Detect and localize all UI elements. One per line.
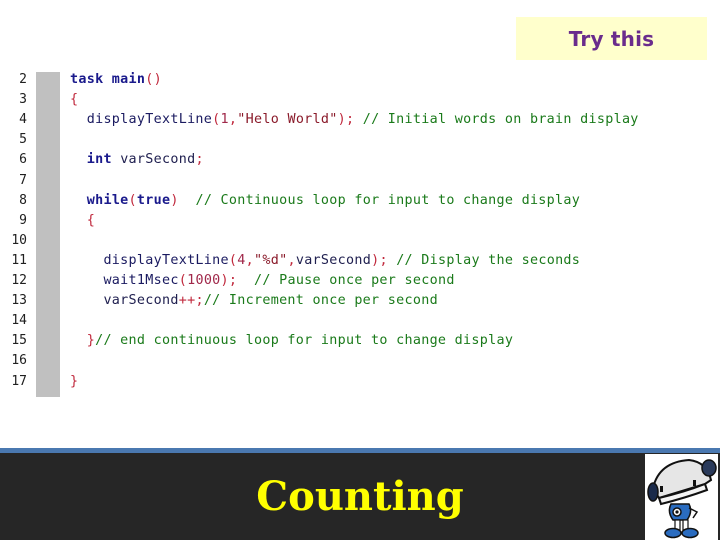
code-line: 5 — [0, 130, 720, 150]
code-token: ) — [170, 192, 179, 208]
code-token: ); — [220, 273, 238, 288]
code-token: ( — [128, 192, 137, 208]
line-code: displayTextLine(1,"Helo World"); // Init… — [70, 110, 639, 130]
code-line: 11 displayTextLine(4,"%d",varSecond); //… — [0, 251, 720, 271]
code-token: displayTextLine — [70, 252, 229, 268]
code-token: ); — [337, 112, 355, 128]
code-token: } — [70, 373, 79, 389]
code-token: // Continuous loop for input to change d… — [178, 192, 581, 208]
code-token: ); — [371, 252, 388, 268]
line-number: 15 — [11, 333, 27, 349]
code-line: 13 varSecond++;// Increment once per sec… — [0, 291, 720, 311]
line-code: varSecond++;// Increment once per second — [70, 291, 438, 311]
line-code: while(true) // Continuous loop for input… — [70, 191, 580, 211]
code-token: wait1Msec — [70, 273, 179, 288]
line-number: 14 — [11, 313, 27, 329]
code-token: 1000 — [187, 273, 221, 288]
code-line: 17} — [0, 372, 720, 392]
code-line: 4 displayTextLine(1,"Helo World"); // In… — [0, 110, 720, 130]
code-token: "Helo World" — [237, 112, 338, 128]
line-number: 9 — [19, 212, 27, 228]
code-token: true — [136, 192, 171, 208]
code-line: 7 — [0, 171, 720, 191]
code-token: varSecond — [111, 152, 196, 168]
line-number: 6 — [19, 152, 27, 168]
footer-bar: Counting — [0, 453, 720, 540]
line-number: 11 — [11, 252, 27, 268]
line-number: 3 — [19, 92, 27, 108]
robot-mascot-icon — [645, 454, 718, 540]
code-token: { — [70, 212, 96, 228]
code-token: displayTextLine — [70, 112, 213, 128]
code-token: varSecond — [70, 293, 179, 309]
code-line: 12 wait1Msec(1000); // Pause once per se… — [0, 271, 720, 291]
line-number: 5 — [19, 132, 27, 148]
code-line: 10 — [0, 231, 720, 251]
code-token: int — [86, 152, 112, 168]
code-line: 9 { — [0, 211, 720, 231]
code-token: 4 — [237, 252, 246, 268]
code-token: ( — [178, 273, 188, 288]
line-code: { — [70, 90, 78, 110]
code-token: { — [70, 92, 79, 108]
code-token: } — [70, 333, 96, 349]
code-line: 8 while(true) // Continuous loop for inp… — [0, 191, 720, 211]
code-token: ( — [228, 252, 238, 268]
code-token: // Pause once per second — [237, 273, 455, 288]
line-code: displayTextLine(4,"%d",varSecond); // Di… — [70, 251, 580, 271]
line-code: wait1Msec(1000); // Pause once per secon… — [70, 271, 455, 291]
code-line: 16 — [0, 351, 720, 371]
code-token: "%d" — [254, 252, 288, 268]
code-token: varSecond — [295, 252, 372, 268]
line-number: 10 — [11, 232, 27, 248]
code-token: // Increment once per second — [203, 293, 438, 309]
line-number: 16 — [11, 353, 27, 369]
code-line: 15 }// end continuous loop for input to … — [0, 331, 720, 351]
line-number: 13 — [11, 293, 27, 309]
code-token: 1 — [220, 112, 229, 128]
try-this-label: Try this — [568, 26, 655, 51]
code-token: ; — [195, 152, 204, 168]
line-code: }// end continuous loop for input to cha… — [70, 331, 513, 351]
code-token: ( — [212, 112, 221, 128]
code-token: () — [145, 72, 162, 87]
code-token: // Display the seconds — [387, 252, 581, 268]
line-code: task main() — [70, 70, 162, 90]
line-code: { — [70, 211, 95, 231]
code-line: 14 — [0, 311, 720, 331]
code-line: 6 int varSecond; — [0, 150, 720, 170]
slide: Try this 2 task main() 3{4 displayTextLine… — [0, 0, 720, 540]
code-token: , — [287, 252, 296, 268]
code-line: 3{ — [0, 90, 720, 110]
line-number: 12 — [11, 273, 27, 288]
code-token: while — [86, 192, 129, 208]
line-code: } — [70, 372, 78, 392]
try-this-callout: Try this — [516, 17, 707, 60]
code-editor: 2 task main() 3{4 displayTextLine(1,"Helo … — [0, 70, 720, 400]
line-number: 2 — [19, 72, 27, 87]
code-line: 2 task main() — [0, 70, 720, 90]
slide-title: Counting — [256, 473, 464, 520]
code-token: task main — [70, 72, 146, 87]
line-number: 17 — [11, 373, 27, 389]
line-number: 8 — [19, 192, 27, 208]
code-token: // end continuous loop for input to chan… — [95, 333, 514, 349]
code-token: , — [245, 252, 254, 268]
code-token: // Initial words on brain display — [354, 112, 639, 128]
line-code: int varSecond; — [70, 150, 204, 170]
line-number: 7 — [19, 172, 27, 188]
line-number: 4 — [19, 112, 27, 128]
code-token: ++; — [178, 293, 204, 309]
